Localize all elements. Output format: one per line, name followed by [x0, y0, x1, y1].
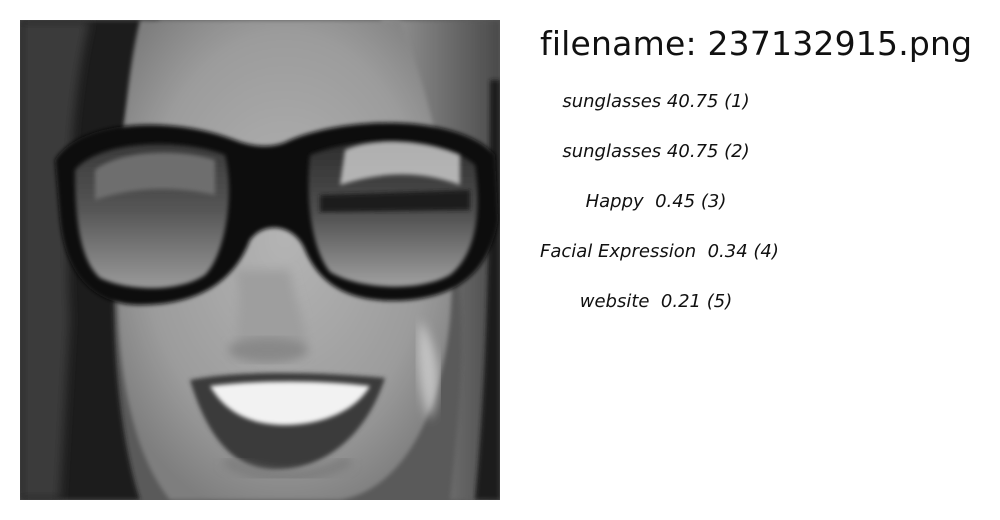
face-photo [20, 20, 500, 500]
label-list: sunglasses 40.75 (1) sunglasses 40.75 (2… [540, 89, 779, 339]
label-item: sunglasses 40.75 (1) [562, 91, 750, 112]
filename-title: filename: 237132915.png [540, 24, 973, 63]
page: filename: 237132915.png sunglasses 40.75… [0, 0, 1000, 520]
label-item: Happy 0.45 (3) [585, 191, 727, 212]
label-item: Facial Expression 0.34 (4) [540, 241, 779, 262]
info-panel: filename: 237132915.png sunglasses 40.75… [540, 24, 980, 339]
label-item: website 0.21 (5) [579, 291, 733, 312]
face-photo-illustration [20, 20, 500, 500]
label-item: sunglasses 40.75 (2) [562, 141, 750, 162]
